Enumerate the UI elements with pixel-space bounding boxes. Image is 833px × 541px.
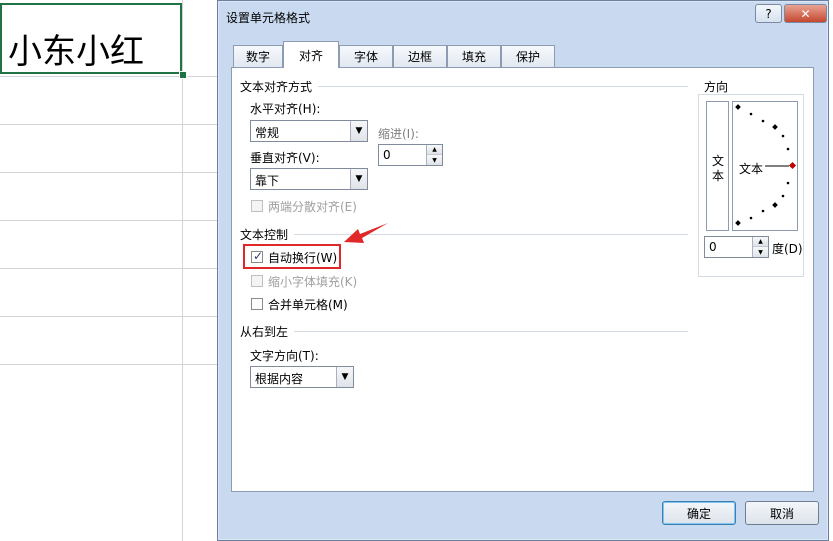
- text-direction-value: 根据内容: [255, 372, 304, 386]
- justify-distributed-label: 两端分散对齐(E): [268, 200, 357, 214]
- dropdown-arrow-icon[interactable]: ▼: [350, 121, 367, 141]
- dialog-title: 设置单元格格式: [226, 11, 311, 25]
- spin-down-icon[interactable]: ▼: [753, 247, 768, 257]
- spin-up-icon[interactable]: ▲: [753, 237, 768, 247]
- fill-handle[interactable]: [179, 71, 187, 79]
- cancel-button[interactable]: 取消: [745, 501, 819, 525]
- text-direction-label: 文字方向(T):: [250, 349, 319, 363]
- degrees-label: 度(D): [772, 242, 803, 256]
- wrap-text-checkbox[interactable]: ✓: [251, 249, 264, 263]
- spin-up-icon[interactable]: ▲: [427, 145, 442, 155]
- justify-distributed-checkbox[interactable]: [251, 200, 263, 212]
- tab-protection[interactable]: 保护: [501, 45, 555, 67]
- horizontal-align-select[interactable]: 常规 ▼: [250, 120, 368, 142]
- help-button[interactable]: ?: [755, 4, 782, 23]
- tab-fill[interactable]: 填充: [447, 45, 501, 67]
- horizontal-align-label: 水平对齐(H):: [250, 102, 321, 116]
- checkmark-icon: ✓: [253, 249, 264, 263]
- tab-border[interactable]: 边框: [393, 45, 447, 67]
- merge-cells-checkbox[interactable]: [251, 298, 263, 310]
- rtl-group-title: 从右到左: [240, 325, 289, 339]
- degrees-stepper[interactable]: 0 ▲ ▼: [704, 236, 769, 258]
- close-button[interactable]: ✕: [784, 4, 827, 23]
- tab-font[interactable]: 字体: [339, 45, 393, 67]
- shrink-to-fit-checkbox[interactable]: [251, 275, 263, 287]
- row-divider: [0, 172, 225, 173]
- cell-text: 小东小红: [8, 32, 144, 72]
- text-control-group-title: 文本控制: [240, 228, 289, 242]
- format-cells-dialog: 设置单元格格式 ? ✕ 数字 对齐 字体 边框 填充 保护 文本对齐方式 水平对…: [217, 0, 829, 541]
- group-separator: [294, 331, 688, 332]
- orientation-group-title: 方向: [704, 80, 729, 94]
- annotation-arrow-icon: [344, 223, 388, 243]
- indent-label: 缩进(I):: [378, 127, 419, 141]
- text-alignment-group-title: 文本对齐方式: [240, 80, 313, 94]
- dial-text: 文本: [739, 162, 764, 176]
- horizontal-align-value: 常规: [255, 126, 280, 140]
- text-direction-select[interactable]: 根据内容 ▼: [250, 366, 354, 388]
- vertical-align-select[interactable]: 靠下 ▼: [250, 168, 368, 190]
- orientation-dial[interactable]: 文本: [732, 101, 798, 231]
- row-divider: [0, 76, 225, 77]
- vertical-text-button[interactable]: 文 本: [706, 101, 729, 231]
- row-divider: [0, 268, 225, 269]
- alignment-panel: 文本对齐方式 水平对齐(H): 常规 ▼ 缩进(I): 0 ▲ ▼ 垂直对齐(V…: [231, 67, 814, 492]
- indent-value: 0: [383, 148, 391, 162]
- shrink-to-fit-label: 缩小字体填充(K): [268, 275, 358, 289]
- row-divider: [0, 220, 225, 221]
- merge-cells-label: 合并单元格(M): [268, 298, 348, 312]
- group-separator: [318, 86, 688, 87]
- vertical-text-char: 本: [712, 169, 725, 183]
- indent-stepper[interactable]: 0 ▲ ▼: [378, 144, 443, 166]
- spin-down-icon[interactable]: ▼: [427, 155, 442, 165]
- dropdown-arrow-icon[interactable]: ▼: [350, 169, 367, 189]
- row-divider: [0, 316, 225, 317]
- wrap-text-label: 自动换行(W): [268, 251, 338, 265]
- ok-button[interactable]: 确定: [662, 501, 736, 525]
- tab-alignment[interactable]: 对齐: [283, 41, 339, 68]
- tab-number[interactable]: 数字: [233, 45, 283, 67]
- degrees-value: 0: [709, 240, 717, 254]
- vertical-align-label: 垂直对齐(V):: [250, 151, 320, 165]
- column-divider: [182, 0, 183, 541]
- row-divider: [0, 124, 225, 125]
- row-divider: [0, 364, 225, 365]
- dropdown-arrow-icon[interactable]: ▼: [336, 367, 353, 387]
- vertical-align-value: 靠下: [255, 174, 280, 188]
